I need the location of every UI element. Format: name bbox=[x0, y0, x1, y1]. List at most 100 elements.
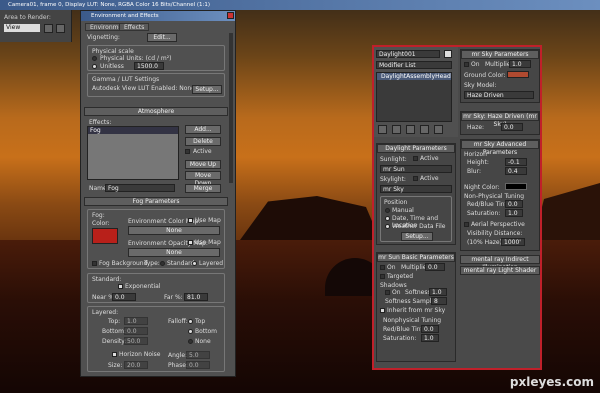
top-field[interactable]: 1.0 bbox=[124, 317, 148, 325]
near-field[interactable]: 0.0 bbox=[112, 293, 136, 301]
physical-scale-title: Physical scale bbox=[92, 48, 134, 55]
blur-field[interactable]: 0.4 bbox=[505, 167, 527, 175]
standard-radio[interactable] bbox=[160, 261, 165, 266]
configure-sets-icon[interactable] bbox=[434, 125, 443, 134]
falloff-none-label: None bbox=[195, 338, 211, 345]
inherit-sky-checkbox[interactable] bbox=[380, 308, 385, 313]
datetime-radio[interactable] bbox=[385, 216, 390, 221]
adv-saturation-field[interactable]: 1.0 bbox=[505, 209, 523, 217]
daylight-parameters-header[interactable]: Daylight Parameters bbox=[377, 144, 455, 153]
aerial-perspective-checkbox[interactable] bbox=[464, 222, 469, 227]
skylight-active-checkbox[interactable] bbox=[413, 176, 418, 181]
object-color-swatch[interactable] bbox=[444, 50, 452, 58]
modifier-stack[interactable]: DaylightAssemblyHead bbox=[376, 72, 452, 122]
size-field[interactable]: 20.0 bbox=[124, 361, 148, 369]
light-shader-rollout[interactable]: mental ray Light Shader bbox=[460, 266, 540, 275]
sun-basic-header[interactable]: mr Sun Basic Parameters bbox=[377, 253, 455, 262]
sun-saturation-field[interactable]: 1.0 bbox=[421, 334, 439, 342]
sun-redblue-field[interactable]: 0.0 bbox=[421, 325, 439, 333]
falloff-top-radio[interactable] bbox=[188, 319, 193, 324]
softness-samples-field[interactable]: 8 bbox=[431, 297, 447, 305]
sky-on-checkbox[interactable] bbox=[464, 62, 469, 67]
position-setup-button[interactable]: Setup... bbox=[401, 232, 433, 241]
haze-header[interactable]: mr Sky: Haze Driven (mr Sky) bbox=[461, 112, 539, 128]
modifier-list-dropdown[interactable]: Modifier List bbox=[376, 61, 452, 69]
area-label: Area to Render: bbox=[4, 14, 51, 21]
shadows-on-checkbox[interactable] bbox=[385, 290, 390, 295]
bottom-field[interactable]: 0.0 bbox=[124, 327, 148, 335]
sky-parameters-header[interactable]: mr Sky Parameters bbox=[461, 50, 539, 59]
physical-units-radio[interactable] bbox=[92, 56, 97, 61]
layered-group-label: Layered: bbox=[92, 309, 119, 316]
pin-stack-icon[interactable] bbox=[378, 125, 387, 134]
fog-background-label: Fog Background bbox=[99, 260, 148, 267]
sun-multiplier-field[interactable]: 0.0 bbox=[425, 263, 445, 271]
tab-effects[interactable]: Effects bbox=[119, 23, 150, 31]
indirect-illumination-rollout[interactable]: mental ray Indirect Illumination bbox=[460, 255, 540, 271]
atmosphere-rollout[interactable]: Atmosphere bbox=[84, 107, 228, 116]
merge-button[interactable]: Merge bbox=[185, 184, 221, 193]
fog-background-checkbox[interactable] bbox=[92, 261, 97, 266]
phase-field[interactable]: 0.0 bbox=[186, 361, 210, 369]
opacity-map-button[interactable]: None bbox=[128, 248, 220, 257]
region-icon[interactable] bbox=[44, 24, 53, 33]
dialog-title: Environment and Effects bbox=[81, 11, 235, 21]
layered-radio[interactable] bbox=[192, 261, 197, 266]
softness-field[interactable]: 1.0 bbox=[429, 288, 447, 296]
color-map-button[interactable]: None bbox=[128, 226, 220, 235]
far-field[interactable]: 81.0 bbox=[184, 293, 208, 301]
fog-parameters-rollout[interactable]: Fog Parameters bbox=[84, 197, 228, 206]
delete-effect-button[interactable]: Delete bbox=[185, 137, 221, 146]
skylight-type-dropdown[interactable]: mr Sky bbox=[380, 185, 452, 193]
make-unique-icon[interactable] bbox=[406, 125, 415, 134]
close-icon[interactable] bbox=[227, 12, 234, 19]
falloff-bottom-label: Bottom bbox=[195, 328, 218, 335]
physical-units-label: Physical Units: (cd / m²) bbox=[100, 55, 172, 62]
physical-scale-field[interactable]: 1500.0 bbox=[134, 62, 164, 70]
adv-redblue-field[interactable]: 0.0 bbox=[505, 200, 523, 208]
sky-model-dropdown[interactable]: Haze Driven bbox=[464, 91, 534, 99]
vignetting-button[interactable]: Edit... bbox=[147, 33, 177, 42]
move-up-button[interactable]: Move Up bbox=[185, 160, 221, 169]
night-color-swatch[interactable] bbox=[505, 183, 527, 190]
visibility-field[interactable]: 1000' bbox=[501, 238, 525, 246]
haze-field[interactable]: 0.0 bbox=[501, 123, 523, 131]
angle-field[interactable]: 5.0 bbox=[186, 351, 210, 359]
move-down-button[interactable]: Move Down bbox=[185, 171, 221, 187]
sky-parameters-rollout: mr Sky Parameters On Multiplier: 1.0 Gro… bbox=[460, 49, 540, 103]
falloff-none-radio[interactable] bbox=[188, 339, 193, 344]
ground-color-swatch[interactable] bbox=[507, 71, 529, 78]
unitless-radio[interactable] bbox=[92, 64, 97, 69]
dialog-scrollbar[interactable] bbox=[229, 33, 233, 183]
sky-multiplier-field[interactable]: 1.0 bbox=[509, 60, 531, 68]
lock-icon[interactable] bbox=[56, 24, 65, 33]
show-end-result-icon[interactable] bbox=[392, 125, 401, 134]
effects-list[interactable]: Fog bbox=[87, 126, 179, 180]
active-checkbox[interactable] bbox=[185, 149, 190, 154]
sky-advanced-header[interactable]: mr Sky Advanced Parameters bbox=[461, 140, 539, 156]
use-opacity-map-checkbox[interactable] bbox=[188, 240, 193, 245]
density-field[interactable]: 50.0 bbox=[124, 337, 148, 345]
use-color-map-checkbox[interactable] bbox=[188, 218, 193, 223]
targeted-checkbox[interactable] bbox=[380, 274, 385, 279]
sunlight-type-dropdown[interactable]: mr Sun bbox=[380, 165, 452, 173]
area-select[interactable]: View bbox=[4, 24, 40, 32]
sunlight-active-checkbox[interactable] bbox=[413, 156, 418, 161]
object-name-field[interactable]: Daylight001 bbox=[376, 50, 440, 58]
falloff-bottom-radio[interactable] bbox=[188, 329, 193, 334]
effect-name-field[interactable]: Fog bbox=[105, 184, 175, 192]
weather-radio[interactable] bbox=[385, 224, 390, 229]
fog-color-swatch[interactable] bbox=[92, 228, 118, 244]
height-field[interactable]: -0.1 bbox=[505, 158, 527, 166]
manual-radio[interactable] bbox=[385, 208, 390, 213]
horizon-noise-checkbox[interactable] bbox=[112, 352, 117, 357]
color-label: Color: bbox=[92, 220, 110, 227]
remove-modifier-icon[interactable] bbox=[420, 125, 429, 134]
use-map-label: Use Map bbox=[195, 217, 221, 224]
add-effect-button[interactable]: Add... bbox=[185, 125, 221, 134]
stack-item[interactable]: DaylightAssemblyHead bbox=[377, 73, 451, 80]
exponential-checkbox[interactable] bbox=[118, 284, 123, 289]
effect-item-fog[interactable]: Fog bbox=[88, 127, 178, 134]
sun-on-checkbox[interactable] bbox=[380, 265, 385, 270]
gamma-setup-button[interactable]: Setup... bbox=[192, 85, 222, 94]
